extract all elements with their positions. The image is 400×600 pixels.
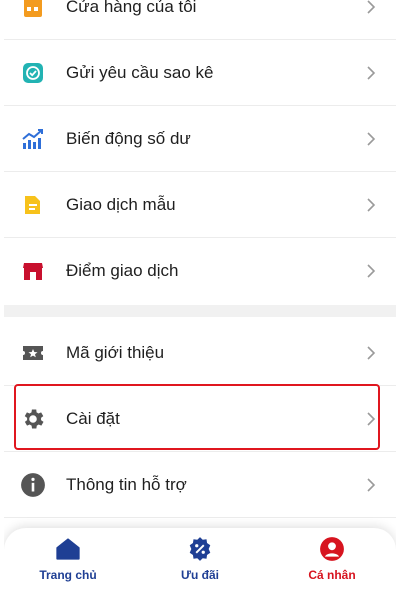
menu-item-label: Điểm giao dịch xyxy=(66,261,179,280)
menu-item-transaction-points[interactable]: Điểm giao dịch xyxy=(4,238,396,304)
chevron-right-icon xyxy=(367,345,376,360)
nav-offers[interactable]: Ưu đãi xyxy=(140,536,260,592)
menu-item-referral-code[interactable]: Mã giới thiệu xyxy=(4,320,396,386)
chevron-right-icon xyxy=(367,264,376,278)
nav-label: Trang chủ xyxy=(39,568,97,582)
section-divider xyxy=(4,305,396,317)
menu-item-template-transactions[interactable]: Giao dịch mẫu xyxy=(4,172,396,238)
menu-item-label: Biến động số dư xyxy=(66,128,191,148)
menu-item-settings[interactable]: Cài đặt xyxy=(4,386,396,452)
menu-item-statement-request[interactable]: Gửi yêu cầu sao kê xyxy=(4,40,396,106)
user-icon xyxy=(320,537,344,561)
chevron-right-icon xyxy=(367,0,376,14)
menu-item-label: Gửi yêu cầu sao kê xyxy=(66,62,214,82)
personal-menu-screen: Cửa hàng của tôi Gửi yêu cầu sao kê Biến… xyxy=(4,0,396,600)
chevron-right-icon xyxy=(367,477,376,492)
menu-item-balance-changes[interactable]: Biến động số dư xyxy=(4,106,396,172)
bottom-nav: Trang chủ Ưu đãi Cá nhân xyxy=(4,528,396,600)
menu-item-label: Cài đặt xyxy=(66,408,120,428)
home-icon xyxy=(56,538,80,560)
chevron-right-icon xyxy=(367,197,376,212)
document-template-icon xyxy=(20,192,46,218)
menu-item-label: Giao dịch mẫu xyxy=(66,194,176,214)
nav-home[interactable]: Trang chủ xyxy=(8,536,128,592)
info-icon xyxy=(20,472,46,498)
chevron-right-icon xyxy=(367,411,376,426)
nav-label: Ưu đãi xyxy=(181,568,219,582)
ticket-star-icon xyxy=(20,340,46,366)
chevron-right-icon xyxy=(367,65,376,80)
trend-chart-icon xyxy=(20,126,46,152)
nav-label: Cá nhân xyxy=(308,568,356,582)
statement-check-icon xyxy=(20,60,46,86)
shop-location-icon xyxy=(20,258,46,284)
discount-badge-icon xyxy=(189,537,211,561)
menu-item-label: Mã giới thiệu xyxy=(66,342,165,362)
store-icon xyxy=(20,0,46,20)
menu-item-label: Thông tin hỗ trợ xyxy=(66,474,187,494)
chevron-right-icon xyxy=(367,131,376,146)
gear-icon xyxy=(20,406,46,432)
nav-personal[interactable]: Cá nhân xyxy=(272,536,392,592)
menu-item-my-store[interactable]: Cửa hàng của tôi xyxy=(4,0,396,40)
menu-item-label: Cửa hàng của tôi xyxy=(66,0,197,16)
menu-item-support-info[interactable]: Thông tin hỗ trợ xyxy=(4,452,396,518)
